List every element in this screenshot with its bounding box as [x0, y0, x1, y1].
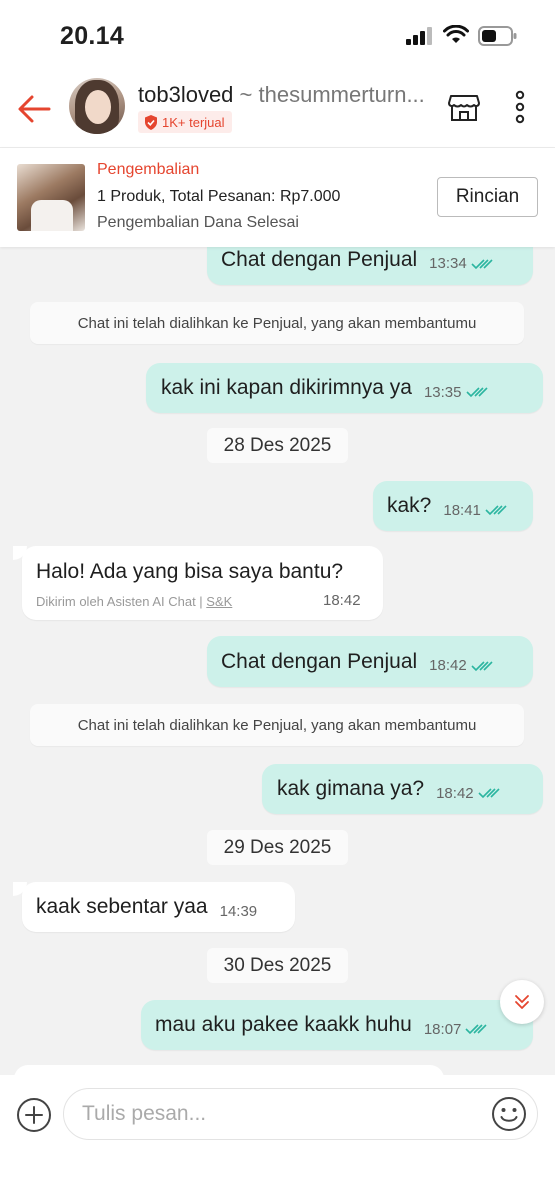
double-check-icon	[471, 660, 493, 671]
shop-title[interactable]: tob3loved ~ thesummerturn...	[138, 82, 428, 108]
message-input[interactable]	[63, 1088, 538, 1140]
double-check-icon	[465, 1024, 487, 1035]
order-card[interactable]: Pengembalian 1 Produk, Total Pesanan: Rp…	[0, 148, 555, 247]
shop-icon[interactable]	[447, 90, 481, 124]
shop-handle: ~ thesummerturn...	[239, 82, 425, 107]
emoji-icon[interactable]	[491, 1096, 527, 1132]
avatar[interactable]	[69, 78, 125, 134]
status-bar: 20.14	[0, 0, 555, 70]
message-out[interactable]: kak ini kapan dikirimnya ya 13:35	[146, 363, 543, 413]
more-vertical-icon[interactable]	[508, 90, 532, 126]
system-notice: Chat ini telah dialihkan ke Penjual, yan…	[30, 704, 524, 746]
message-out[interactable]: Chat dengan Penjual 13:34	[207, 247, 533, 285]
order-status: Pengembalian Dana Selesai	[97, 214, 299, 231]
date-separator: 29 Des 2025	[207, 830, 348, 865]
order-summary: 1 Produk, Total Pesanan: Rp7.000	[97, 188, 341, 205]
chat-header: tob3loved ~ thesummerturn... 1K+ terjual	[0, 70, 555, 148]
plus-circle-icon[interactable]	[16, 1097, 52, 1133]
message-in-partial	[14, 1065, 444, 1075]
date-separator: 28 Des 2025	[207, 428, 348, 463]
message-out[interactable]: mau aku pakee kaakk huhu 18:07	[141, 1000, 533, 1050]
signal-icon	[406, 27, 432, 45]
product-thumbnail	[17, 164, 85, 231]
double-check-icon	[485, 505, 507, 516]
message-in-ai[interactable]: Halo! Ada yang bisa saya bantu? Dikirim …	[22, 546, 383, 620]
status-time: 20.14	[60, 22, 125, 50]
message-out[interactable]: Chat dengan Penjual 18:42	[207, 636, 533, 687]
scroll-to-bottom-button[interactable]	[500, 980, 544, 1024]
message-list[interactable]: Chat dengan Penjual 13:34 Chat ini telah…	[0, 247, 555, 1075]
composer	[0, 1075, 555, 1200]
battery-icon	[478, 26, 517, 46]
sold-badge: 1K+ terjual	[138, 111, 232, 133]
message-out[interactable]: kak? 18:41	[373, 481, 533, 531]
chevron-double-down-icon	[515, 995, 529, 1009]
wifi-icon	[443, 25, 469, 43]
back-arrow-icon[interactable]	[16, 90, 54, 128]
double-check-icon	[465, 387, 488, 398]
message-out[interactable]: kak gimana ya? 18:42	[262, 764, 543, 814]
shop-name: tob3loved	[138, 82, 234, 107]
message-in[interactable]: kaak sebentar yaa 14:39	[22, 882, 295, 932]
terms-link[interactable]: S&K	[206, 594, 232, 609]
system-notice: Chat ini telah dialihkan ke Penjual, yan…	[30, 302, 524, 344]
double-check-icon	[478, 788, 500, 799]
order-title: Pengembalian	[97, 161, 200, 178]
shield-icon	[145, 114, 157, 130]
double-check-icon	[471, 258, 493, 269]
date-separator: 30 Des 2025	[207, 948, 348, 983]
details-button[interactable]: Rincian	[437, 177, 538, 217]
sold-badge-label: 1K+ terjual	[162, 114, 225, 130]
ai-sender-note: Dikirim oleh Asisten AI Chat | S&K	[36, 594, 233, 609]
